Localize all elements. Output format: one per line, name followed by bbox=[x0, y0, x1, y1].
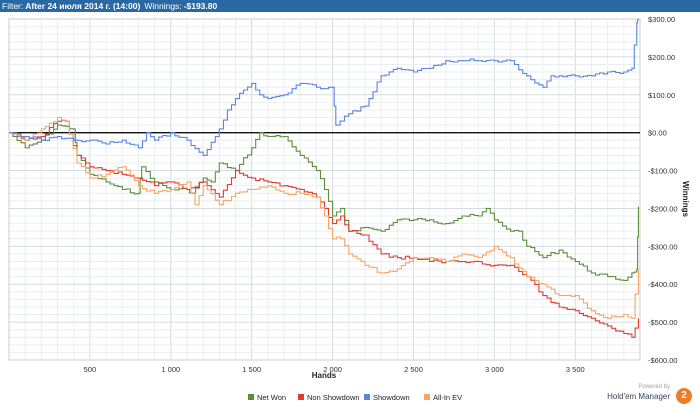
x-tick-label: 500 bbox=[84, 365, 97, 374]
series-line-non-showdown bbox=[9, 119, 639, 338]
filter-value[interactable]: After 24 июля 2014 г. (14:00) bbox=[23, 1, 140, 11]
legend-swatch bbox=[298, 394, 304, 400]
x-tick-label: 1 500 bbox=[242, 365, 261, 374]
legend-swatch bbox=[424, 394, 430, 400]
legend-label: All-In EV bbox=[433, 393, 462, 402]
x-tick-label: 3 500 bbox=[566, 365, 585, 374]
y-tick-label: $100.00 bbox=[648, 91, 675, 100]
winnings-chart: $300.00 $200.00 $100.00 $0.00 -$100.00 -$200.… bbox=[8, 15, 690, 402]
y-tick-label: $0.00 bbox=[648, 129, 667, 138]
y-tick-label: -$200.00 bbox=[648, 204, 678, 213]
x-tick-label: 1 000 bbox=[161, 365, 180, 374]
y-tick-label: -$600.00 bbox=[648, 356, 678, 365]
powered-by-text: Powered by bbox=[638, 384, 670, 390]
y-axis-tick-labels: $300.00 $200.00 $100.00 $0.00 -$100.00 -$200.… bbox=[648, 15, 678, 365]
series-line-net-won bbox=[9, 124, 639, 281]
winnings-label: Winnings: bbox=[144, 1, 182, 11]
x-tick-label: 2 500 bbox=[404, 365, 423, 374]
y-tick-label: -$500.00 bbox=[648, 318, 678, 327]
branding: Powered by Hold'em Manager 2 bbox=[582, 384, 692, 406]
hem-logo-icon: 2 bbox=[676, 388, 692, 404]
legend-label: Showdown bbox=[373, 393, 410, 402]
filter-label: Filter: bbox=[2, 1, 24, 11]
y-tick-label: -$300.00 bbox=[648, 242, 678, 251]
brand-name: Hold'em Manager bbox=[607, 392, 670, 401]
legend-label: Net Won bbox=[257, 393, 286, 402]
filter-bar: Filter: After 24 июля 2014 г. (14:00) Winn… bbox=[0, 0, 700, 12]
y-tick-label: -$400.00 bbox=[648, 280, 678, 289]
legend-swatch bbox=[248, 394, 254, 400]
y-tick-label: $200.00 bbox=[648, 53, 675, 62]
x-tick-label: 3 000 bbox=[485, 365, 504, 374]
y-tick-label: -$100.00 bbox=[648, 167, 678, 176]
chart-legend: Net Won Non Showdown Showdown All-In EV bbox=[248, 393, 462, 402]
legend-swatch bbox=[364, 394, 370, 400]
legend-label: Non Showdown bbox=[307, 393, 360, 402]
y-axis-title: Winnings bbox=[681, 181, 690, 217]
winnings-value: -$193.80 bbox=[183, 1, 218, 11]
y-tick-label: $300.00 bbox=[648, 15, 675, 24]
x-axis-title: Hands bbox=[312, 371, 337, 380]
